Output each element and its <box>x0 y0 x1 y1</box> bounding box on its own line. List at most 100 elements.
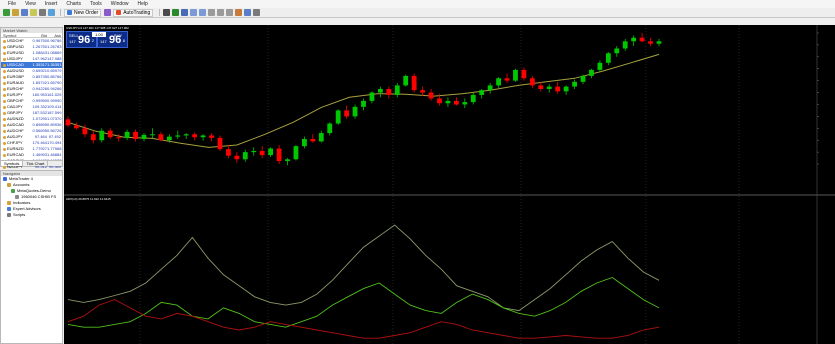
plus-di-line <box>67 276 660 328</box>
candle-body <box>90 134 96 141</box>
tab-symbols[interactable]: Symbols <box>1 161 24 166</box>
candle-body <box>487 85 493 91</box>
sell-price-big: 96 <box>78 34 91 46</box>
adx-line <box>67 224 660 312</box>
candle-body <box>656 41 662 44</box>
account-icon <box>15 195 19 199</box>
indicators-icon[interactable] <box>235 9 243 16</box>
candle-body <box>166 136 172 141</box>
sell-price-sup: 2 <box>91 38 94 43</box>
scripts-folder-icon <box>7 213 11 217</box>
symbol-status-icon <box>3 51 6 55</box>
chart-window[interactable]: USDJPY,H1 147.962 147.988 147.927 147.96… <box>64 25 835 344</box>
chart-canvas[interactable] <box>64 25 835 344</box>
toolbar-separator <box>60 9 61 16</box>
candle-body <box>394 85 400 95</box>
toolbar: New Order AutoTrading <box>0 8 835 18</box>
navigator-icon[interactable] <box>30 9 37 16</box>
symbol-status-icon <box>3 105 6 109</box>
market-watch-icon[interactable] <box>21 9 28 16</box>
buy-price-sup: 8 <box>122 38 125 43</box>
candle-body <box>631 37 637 42</box>
column-bid[interactable]: Bid <box>30 33 47 38</box>
tile-windows-icon[interactable] <box>208 9 216 16</box>
candle-body <box>563 86 569 92</box>
candle-body <box>116 137 122 139</box>
candle-body <box>580 75 586 82</box>
periods-icon[interactable] <box>244 9 252 16</box>
candle-body <box>124 131 130 138</box>
bar-chart-icon[interactable] <box>163 9 171 16</box>
menu-file[interactable]: File <box>8 1 16 7</box>
new-chart-icon[interactable] <box>3 9 10 16</box>
candle-body <box>74 125 79 129</box>
symbol-status-icon <box>3 75 6 79</box>
buy-price-prefix: 147 <box>100 39 107 44</box>
candle-body <box>496 78 501 86</box>
symbol-status-icon <box>3 153 6 157</box>
symbol-status-icon <box>3 87 6 91</box>
terminal-icon <box>3 177 7 181</box>
symbol-status-icon <box>3 111 6 115</box>
line-chart-icon[interactable] <box>181 9 189 16</box>
candle-body <box>504 78 510 81</box>
menu-tools[interactable]: Tools <box>90 1 102 7</box>
strategy-tester-icon[interactable] <box>48 9 55 16</box>
candle-body <box>648 41 653 44</box>
mt4-window: File View Insert Charts Tools Window Hel… <box>0 0 835 344</box>
candle-body <box>521 69 527 79</box>
candle-body <box>428 92 434 99</box>
candle-body <box>622 41 628 49</box>
candle-body <box>175 135 181 137</box>
menu-window[interactable]: Window <box>111 1 129 7</box>
autoscroll-icon[interactable] <box>226 9 234 16</box>
buy-price-big: 96 <box>109 34 122 46</box>
symbol-status-icon <box>3 123 6 127</box>
menu-charts[interactable]: Charts <box>66 1 81 7</box>
navigator-item-label: Scripts <box>13 212 26 217</box>
symbol-status-icon <box>3 39 6 43</box>
server-icon <box>11 189 15 193</box>
symbol-status-icon <box>3 63 6 67</box>
market-watch-tabs: Symbols Tick Chart <box>1 160 62 166</box>
candle-body <box>420 90 425 93</box>
column-symbol[interactable]: Symbol <box>1 33 30 38</box>
candlestick-icon[interactable] <box>172 9 180 16</box>
menu-insert[interactable]: Insert <box>45 1 58 7</box>
symbol-status-icon <box>3 81 6 85</box>
candle-body <box>234 155 240 160</box>
zoom-in-icon[interactable] <box>190 9 198 16</box>
candle-body <box>242 152 248 160</box>
zoom-out-icon[interactable] <box>199 9 207 16</box>
sell-price-prefix: 147 <box>69 39 76 44</box>
metaeditor-icon[interactable] <box>104 9 112 16</box>
candle-body <box>133 131 138 140</box>
menu-help[interactable]: Help <box>138 1 148 7</box>
candle-body <box>589 69 594 76</box>
candle-body <box>107 130 113 138</box>
column-ask[interactable]: Ask <box>47 33 62 38</box>
menu-view[interactable]: View <box>25 1 36 7</box>
symbol-status-icon <box>3 135 6 139</box>
autotrading-icon <box>116 10 122 15</box>
candle-body <box>192 134 198 138</box>
symbol-status-icon <box>3 141 6 145</box>
one-click-trading-panel: SELL 147 96 2 BUY 147 96 8 1.00 <box>66 31 128 48</box>
templates-icon[interactable] <box>253 9 261 16</box>
candle-body <box>513 69 518 81</box>
candle-body <box>386 88 392 95</box>
terminal-icon[interactable] <box>39 9 46 16</box>
chart-shift-icon[interactable] <box>217 9 225 16</box>
lot-size-input[interactable]: 1.00 <box>92 32 106 37</box>
candle-body <box>285 159 290 162</box>
candle-body <box>335 110 341 124</box>
symbol-status-icon <box>3 45 6 49</box>
navigator-item[interactable]: Scripts <box>1 212 62 218</box>
menu-bar: File View Insert Charts Tools Window Hel… <box>0 0 835 8</box>
autotrading-button[interactable]: AutoTrading <box>113 8 154 17</box>
experts-folder-icon <box>7 207 11 211</box>
tab-tick-chart[interactable]: Tick Chart <box>23 161 49 166</box>
profiles-icon[interactable] <box>12 9 19 16</box>
candle-body <box>462 102 468 105</box>
new-order-button[interactable]: New Order <box>64 8 102 17</box>
